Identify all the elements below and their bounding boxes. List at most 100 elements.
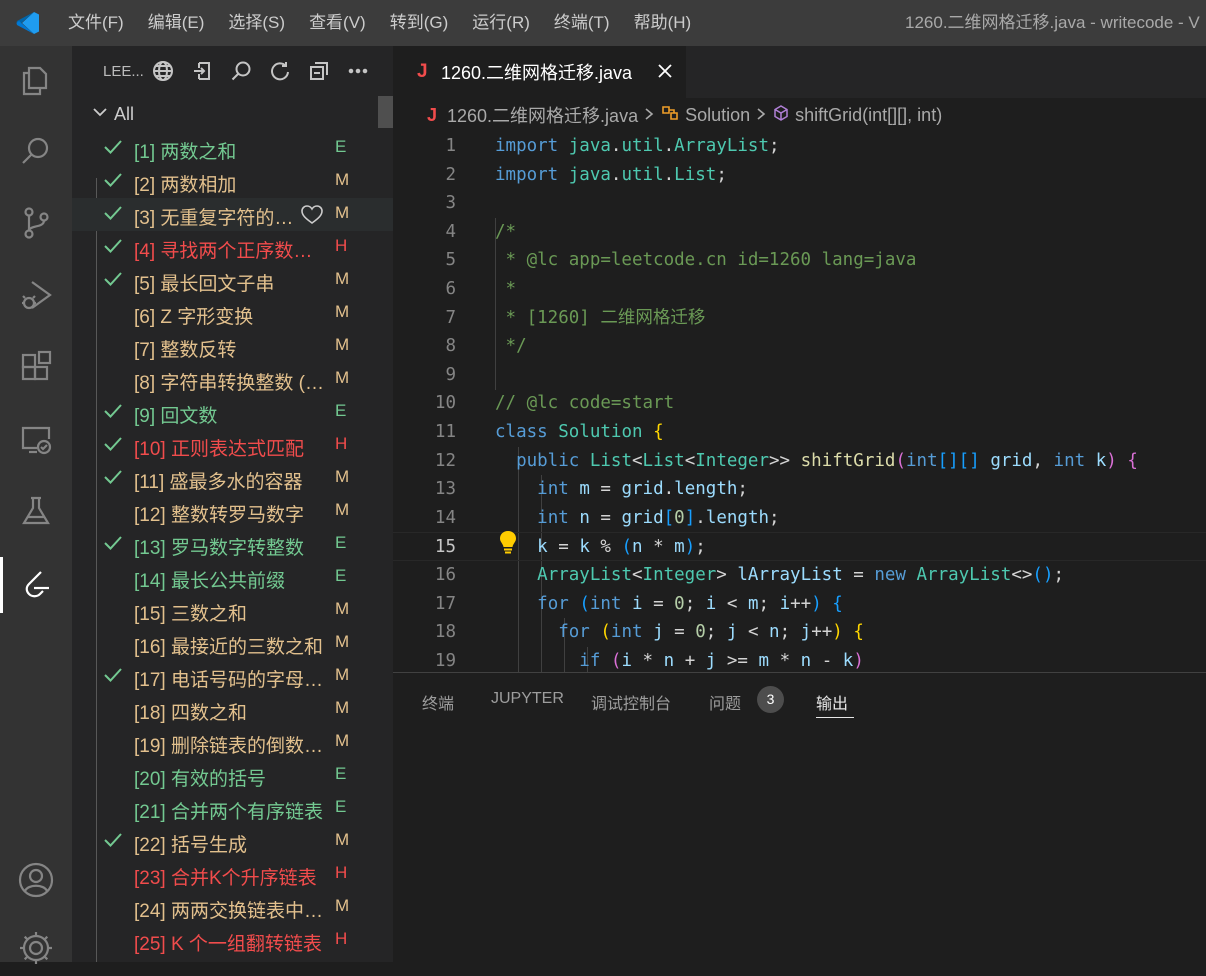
code-editor[interactable]: 1 import java.util.ArrayList; 2 import java… — [393, 132, 1206, 672]
problem-item[interactable]: [22] 括号生成 M — [72, 825, 393, 858]
code-line[interactable]: 11 class Solution { — [393, 418, 1206, 447]
tab-problems[interactable]: 问题 — [709, 690, 741, 714]
source-control-icon[interactable] — [0, 195, 72, 251]
code-token: > — [716, 565, 738, 585]
code-line[interactable]: 13 int m = grid.length; — [393, 475, 1206, 504]
problem-item[interactable]: [4] 寻找两个正序数组的中位数 H — [72, 231, 393, 264]
tab-jupyter[interactable]: JUPYTER — [491, 690, 564, 708]
more-icon[interactable] — [338, 60, 377, 82]
code-token: ( — [621, 537, 633, 558]
difficulty-badge: H — [335, 236, 348, 255]
account-icon[interactable] — [0, 852, 72, 908]
refresh-icon[interactable] — [260, 60, 299, 82]
globe-icon[interactable] — [143, 60, 182, 82]
problem-item[interactable]: [20] 有效的括号 E — [72, 759, 393, 792]
explorer-icon[interactable] — [0, 53, 72, 109]
tab-terminal[interactable]: 终端 — [422, 690, 454, 714]
search-icon[interactable] — [221, 60, 260, 82]
problem-item[interactable]: [13] 罗马数字转整数 E — [72, 528, 393, 561]
code-line[interactable]: 10 // @lc code=start — [393, 389, 1206, 418]
code-line[interactable]: 16 ArrayList<Integer> lArrayList = new A… — [393, 561, 1206, 590]
problem-item[interactable]: [8] 字符串转换整数 (atoi) M — [72, 363, 393, 396]
search-icon[interactable] — [0, 123, 72, 179]
problem-item[interactable]: [15] 三数之和 M — [72, 594, 393, 627]
close-icon[interactable] — [655, 61, 675, 81]
breadcrumb-method[interactable]: shiftGrid(int[][], int) — [795, 105, 942, 126]
settings-gear-icon[interactable] — [0, 920, 72, 976]
code-line[interactable]: 12 public List<List<Integer>> shiftGrid(… — [393, 447, 1206, 476]
testing-icon[interactable] — [0, 483, 72, 539]
code-line[interactable]: 4 /* — [393, 218, 1206, 247]
problem-item[interactable]: [21] 合并两个有序链表 E — [72, 792, 393, 825]
problem-item[interactable]: [3] 无重复字符的最长子串 M — [72, 198, 393, 231]
menu-view[interactable]: 查看(V) — [297, 0, 378, 46]
code-line[interactable]: 5 * @lc app=leetcode.cn id=1260 lang=jav… — [393, 246, 1206, 275]
code-line[interactable]: 7 * [1260] 二维网格迁移 — [393, 304, 1206, 333]
problem-item[interactable]: [17] 电话号码的字母组合 M — [72, 660, 393, 693]
code-text: ArrayList<Integer> lArrayList = new Arra… — [495, 561, 1064, 590]
problem-item[interactable]: [12] 整数转罗马数字 M — [72, 495, 393, 528]
problem-item[interactable]: [19] 删除链表的倒数第 N 个结点 M — [72, 726, 393, 759]
problem-item[interactable]: [10] 正则表达式匹配 H — [72, 429, 393, 462]
sidebar-scrollbar[interactable] — [378, 96, 393, 128]
problem-item[interactable]: [1] 两数之和 E — [72, 132, 393, 165]
code-line[interactable]: 14 int n = grid[0].length; — [393, 504, 1206, 533]
lightbulb-icon[interactable] — [499, 530, 517, 559]
problem-label: [1] 两数之和 — [134, 142, 237, 163]
code-line[interactable]: 2 import java.util.List; — [393, 161, 1206, 190]
code-line[interactable]: 1 import java.util.ArrayList; — [393, 132, 1206, 161]
problem-item[interactable]: [25] K 个一组翻转链表 H — [72, 924, 393, 957]
collapse-all-icon[interactable] — [299, 60, 338, 82]
section-all[interactable]: All — [72, 96, 393, 132]
code-line[interactable]: 3 — [393, 189, 1206, 218]
breadcrumb-class[interactable]: Solution — [685, 105, 750, 126]
menu-terminal[interactable]: 终端(T) — [542, 0, 622, 46]
extensions-icon[interactable] — [0, 339, 72, 395]
run-debug-icon[interactable] — [0, 267, 72, 323]
menu-go[interactable]: 转到(G) — [378, 0, 461, 46]
code-token: new — [874, 565, 906, 585]
heart-icon[interactable] — [301, 205, 323, 231]
menu-selection[interactable]: 选择(S) — [216, 0, 297, 46]
line-number: 5 — [445, 250, 456, 271]
menu-run[interactable]: 运行(R) — [460, 0, 542, 46]
code-line[interactable]: 8 */ — [393, 332, 1206, 361]
problem-item[interactable]: [7] 整数反转 M — [72, 330, 393, 363]
code-token: List — [589, 450, 632, 471]
menu-help[interactable]: 帮助(H) — [622, 0, 704, 46]
code-line[interactable]: 19 if (i * n + j >= m * n - k) — [393, 647, 1206, 672]
breadcrumb-file[interactable]: 1260.二维网格迁移.java — [447, 102, 638, 128]
problem-item[interactable]: [18] 四数之和 M — [72, 693, 393, 726]
problem-item[interactable]: [24] 两两交换链表中的节点 M — [72, 891, 393, 924]
problem-item[interactable]: [5] 最长回文子串 M — [72, 264, 393, 297]
problem-item[interactable]: [23] 合并K个升序链表 H — [72, 858, 393, 891]
code-line[interactable]: 6 * — [393, 275, 1206, 304]
problem-item[interactable]: [14] 最长公共前缀 E — [72, 561, 393, 594]
menu-file[interactable]: 文件(F) — [56, 0, 136, 46]
code-line[interactable]: 9 — [393, 361, 1206, 390]
tab-output[interactable]: 输出 — [816, 690, 848, 714]
code-text: */ — [495, 332, 527, 361]
code-token: ) — [811, 593, 822, 614]
code-line[interactable]: 18 for (int j = 0; j < n; j++) { — [393, 618, 1206, 647]
line-number: 2 — [445, 164, 456, 185]
code-line[interactable]: 17 for (int i = 0; i < m; i++) { — [393, 590, 1206, 619]
problem-item[interactable]: [2] 两数相加 M — [72, 165, 393, 198]
problem-item[interactable]: [11] 盛最多水的容器 M — [72, 462, 393, 495]
problem-item[interactable]: [6] Z 字形变换 M — [72, 297, 393, 330]
editor-tab-active[interactable]: J 1260.二维网格迁移.java — [393, 46, 686, 98]
menu-edit[interactable]: 编辑(E) — [136, 0, 217, 46]
problem-item[interactable]: [16] 最接近的三数之和 M — [72, 627, 393, 660]
problem-item[interactable]: [9] 回文数 E — [72, 396, 393, 429]
line-number: 8 — [445, 336, 456, 357]
leetcode-icon[interactable] — [0, 557, 72, 613]
remote-explorer-icon[interactable] — [0, 411, 72, 467]
tab-debug-console[interactable]: 调试控制台 — [591, 690, 671, 714]
code-token: ) — [684, 537, 696, 558]
code-token: ( — [895, 450, 906, 471]
sign-in-icon[interactable] — [182, 60, 221, 82]
